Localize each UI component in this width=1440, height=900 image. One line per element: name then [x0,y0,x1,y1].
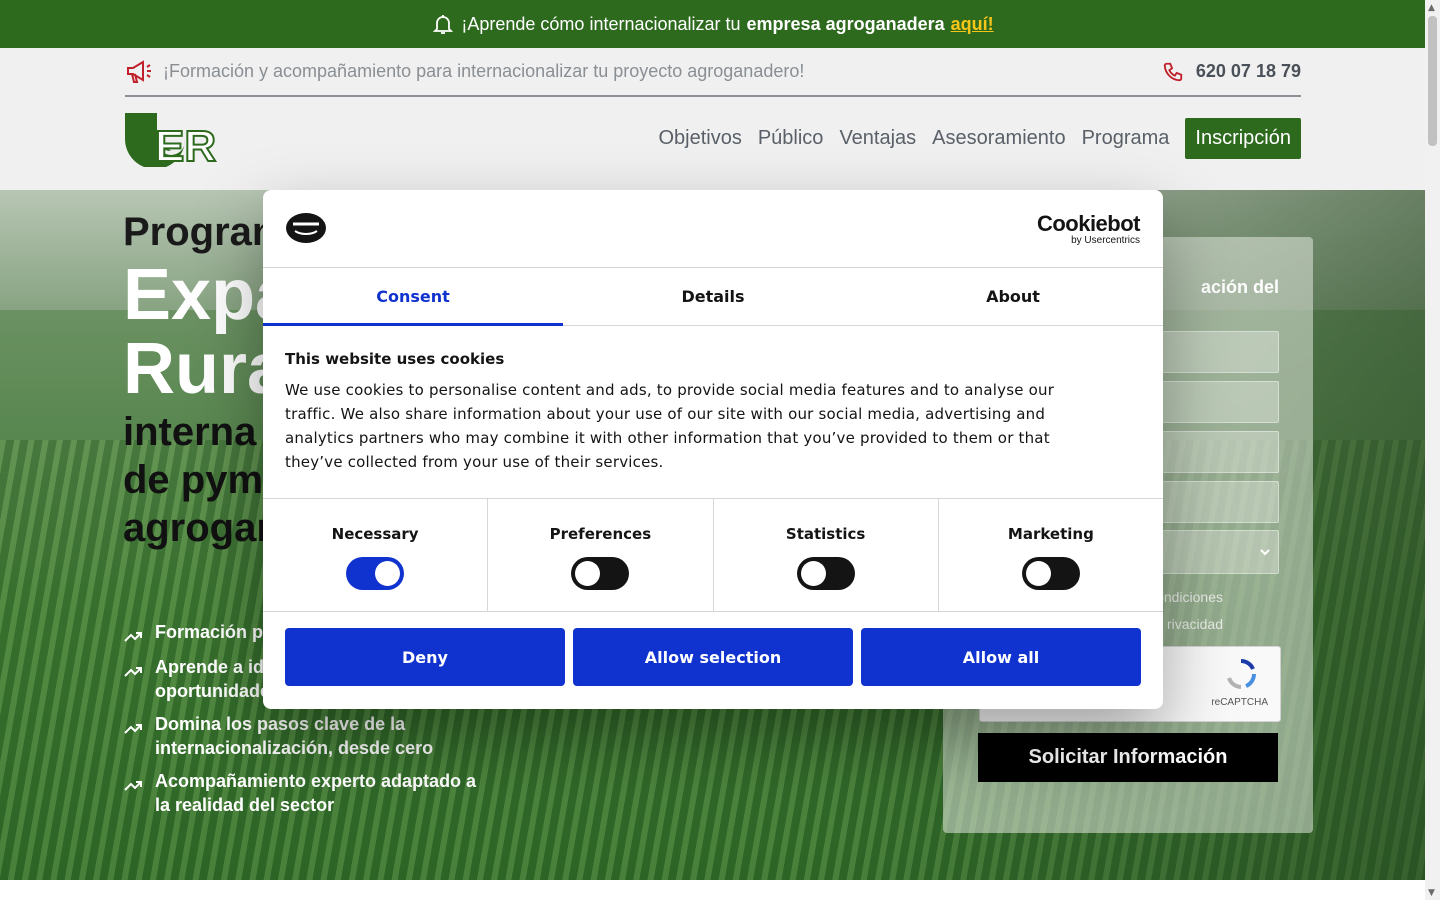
switch-knob [800,561,826,586]
switch-knob [375,561,401,586]
tab-about[interactable]: About [863,268,1163,325]
tab-details[interactable]: Details [563,268,863,325]
preferences-switch[interactable] [571,557,630,590]
toggle-label: Statistics [785,525,866,543]
site-logo[interactable]: ER [125,113,225,167]
trending-up-icon [124,667,142,677]
toggle-marketing: Marketing [939,499,1163,611]
cookie-heading: This website uses cookies [285,350,505,368]
recaptcha-label: reCAPTCHA [1211,697,1268,708]
toggle-statistics: Statistics [714,499,939,611]
phone-link[interactable]: 620 07 18 79 [1162,61,1301,83]
nav-item-asesoramiento[interactable]: Asesoramiento [932,127,1065,150]
deny-button[interactable]: Deny [285,628,565,686]
nav-item-programa[interactable]: Programa [1082,127,1170,150]
cookie-tabs: Consent Details About [263,268,1163,326]
cookiebot-brand-sub: by Usercentrics [1071,235,1140,246]
allow-all-button[interactable]: Allow all [861,628,1141,686]
site-header: ¡Formación y acompañamiento para interna… [0,48,1425,190]
benefit-text: Domina los pasos clave de la internacion… [155,714,434,758]
switch-knob [575,561,601,586]
toggle-preferences: Preferences [488,499,714,611]
allow-selection-button[interactable]: Allow selection [573,628,853,686]
cookie-category-toggles: Necessary Preferences Statistics Marketi… [263,498,1163,612]
scrollbar-thumb[interactable] [1428,16,1437,146]
trending-up-icon [124,724,142,734]
tagline-text: ¡Formación y acompañamiento para interna… [163,61,805,81]
bell-icon [433,15,454,34]
nav-item-publico[interactable]: Público [758,127,824,150]
marketing-switch[interactable] [1021,557,1080,590]
cookie-body: This website uses cookies We use cookies… [285,350,1105,474]
cookie-dialog-header: Cookiebot by Usercentrics [263,190,1163,268]
nav-item-objetivos[interactable]: Objetivos [658,127,741,150]
cookiebot-brand: Cookiebot [1036,211,1141,236]
necessary-switch[interactable] [346,557,405,590]
recaptcha-icon [1227,659,1256,689]
phone-icon [1163,62,1183,81]
promo-bold: empresa agroganadera [746,13,945,34]
main-nav: Objetivos Público Ventajas Asesoramiento… [658,118,1301,159]
toggle-necessary: Necessary [263,499,489,611]
cookie-consent-dialog: Cookiebot by Usercentrics Consent Detail… [263,190,1163,709]
submit-button[interactable]: Solicitar Información [978,733,1278,782]
promo-bar: ¡Aprende cómo internacionalizar tu empre… [0,0,1425,48]
header-subbar: ¡Formación y acompañamiento para interna… [125,48,1301,97]
page-scrollbar[interactable]: ▲ ▼ [1425,0,1440,900]
phone-number: 620 07 18 79 [1195,61,1301,81]
toggle-label: Preferences [549,525,652,543]
scroll-up-icon[interactable]: ▲ [1428,3,1437,13]
statistics-switch[interactable] [796,557,855,590]
benefit-item: Domina los pasos clave de la internacion… [123,712,483,760]
cookie-description: We use cookies to personalise content an… [285,381,1055,471]
nav-item-ventajas[interactable]: Ventajas [839,127,916,150]
cookiebot-mark-icon [286,213,326,243]
switch-knob [1025,561,1051,586]
tab-consent[interactable]: Consent [263,268,563,326]
cookie-actions: Deny Allow selection Allow all [285,628,1141,686]
logo-text: ER [155,122,216,167]
benefit-text: Acompañamiento experto adaptado a la rea… [155,771,477,815]
scroll-down-icon[interactable]: ▼ [1428,888,1437,898]
inscripcion-button[interactable]: Inscripción [1185,118,1301,159]
megaphone-icon [127,59,151,83]
chevron-down-icon [1260,549,1270,556]
page-bottom [0,880,1425,900]
promo-text: ¡Aprende cómo internacionalizar tu [461,13,741,34]
trending-up-icon [124,781,142,791]
cookiebot-logo[interactable]: Cookiebot by Usercentrics [1036,211,1141,247]
toggle-label: Necessary [331,525,419,543]
promo-link[interactable]: aquí! [951,14,994,35]
toggle-label: Marketing [1007,525,1094,543]
benefit-item: Acompañamiento experto adaptado a la rea… [123,769,483,817]
tagline: ¡Formación y acompañamiento para interna… [125,59,804,85]
trending-up-icon [124,632,142,642]
